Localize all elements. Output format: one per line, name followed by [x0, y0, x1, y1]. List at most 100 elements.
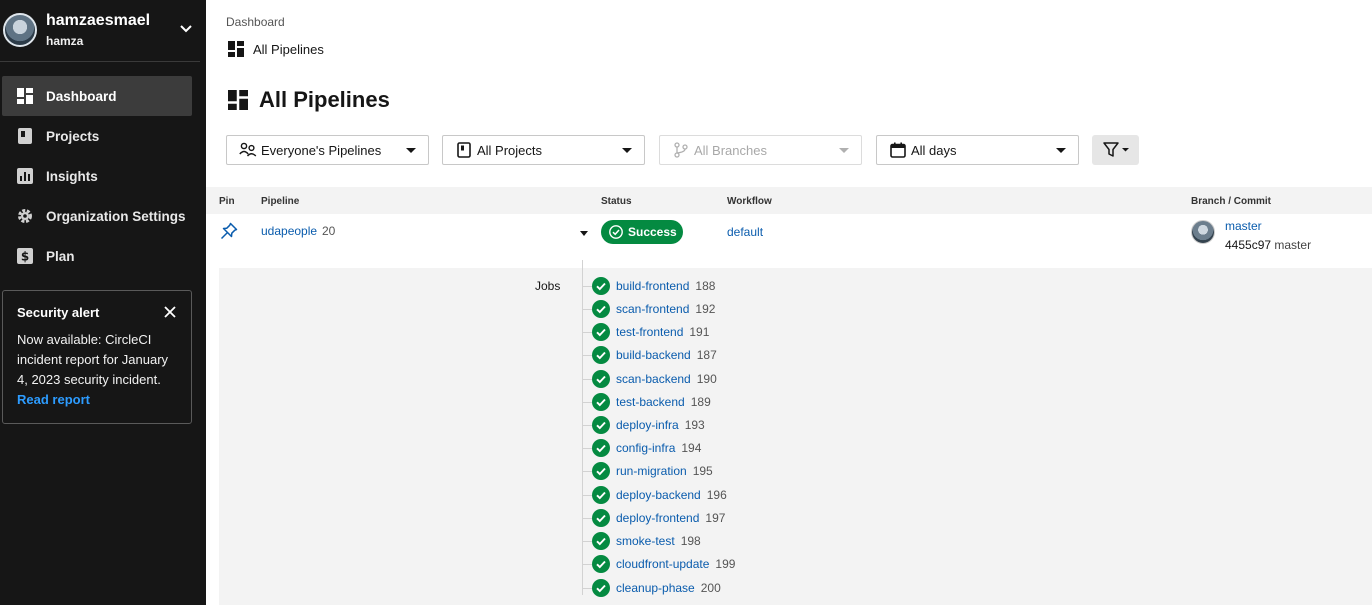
- alert-title: Security alert: [17, 305, 100, 320]
- jobs-tree-branch: [582, 425, 592, 426]
- job-item[interactable]: scan-frontend 192: [582, 299, 715, 319]
- job-item[interactable]: scan-backend 190: [582, 369, 717, 389]
- dollar-icon: $: [16, 247, 34, 265]
- sidebar-item-label: Plan: [46, 248, 75, 264]
- check-circle-icon: [592, 277, 610, 295]
- org-switcher[interactable]: hamzaesmael hamza: [0, 0, 200, 62]
- job-number: 189: [690, 395, 711, 409]
- job-name[interactable]: test-frontend: [616, 325, 683, 339]
- job-item[interactable]: test-frontend 191: [582, 322, 709, 342]
- filter-button[interactable]: [1092, 135, 1139, 165]
- job-name[interactable]: build-frontend: [616, 279, 689, 293]
- sidebar-item-label: Organization Settings: [46, 208, 186, 224]
- check-circle-icon: [592, 462, 610, 480]
- pipelines-filter-select[interactable]: Everyone's Pipelines: [226, 135, 429, 165]
- jobs-tree-branch: [582, 402, 592, 403]
- branch-link[interactable]: master: [1225, 219, 1262, 233]
- check-circle-icon: [592, 509, 610, 527]
- filter-icon: [1102, 142, 1129, 157]
- commit-branch: master: [1274, 238, 1312, 252]
- breadcrumb[interactable]: Dashboard: [226, 15, 285, 29]
- days-filter-select[interactable]: All days: [876, 135, 1079, 165]
- breadcrumb-current-label: All Pipelines: [253, 41, 324, 57]
- job-name[interactable]: scan-backend: [616, 372, 691, 386]
- sidebar-item-label: Insights: [46, 168, 98, 184]
- job-name[interactable]: deploy-backend: [616, 488, 701, 502]
- status-label: Success: [628, 225, 677, 239]
- pipeline-link[interactable]: udapeople: [261, 224, 317, 238]
- check-circle-icon: [592, 416, 610, 434]
- job-name[interactable]: smoke-test: [616, 534, 675, 548]
- job-name[interactable]: cleanup-phase: [616, 581, 695, 595]
- projects-filter-select[interactable]: All Projects: [442, 135, 645, 165]
- expand-caret-icon[interactable]: [580, 231, 588, 236]
- col-workflow: Workflow: [727, 196, 772, 207]
- jobs-tree-branch: [582, 471, 592, 472]
- sidebar: hamzaesmael hamza Dashboard Projects Ins…: [0, 0, 206, 605]
- dashboard-icon: [228, 90, 248, 110]
- jobs-tree-branch: [582, 355, 592, 356]
- job-number: 196: [706, 488, 727, 502]
- job-number: 195: [692, 464, 713, 478]
- job-item[interactable]: deploy-frontend 197: [582, 508, 725, 528]
- status-badge[interactable]: Success: [601, 220, 683, 244]
- job-item[interactable]: config-infra 194: [582, 438, 701, 458]
- check-circle-icon: [592, 300, 610, 318]
- org-user: hamza: [46, 34, 84, 48]
- calendar-icon: [889, 141, 907, 159]
- jobs-panel: Jobs build-frontend 188 scan-frontend 192 te…: [219, 260, 1372, 605]
- job-name[interactable]: deploy-frontend: [616, 511, 699, 525]
- caret-down-icon: [839, 148, 849, 153]
- jobs-tree-branch: [582, 564, 592, 565]
- jobs-tree-branch: [582, 309, 592, 310]
- jobs-tree-branch: [582, 379, 592, 380]
- chevron-down-icon[interactable]: [178, 20, 194, 36]
- pin-icon[interactable]: [220, 222, 238, 240]
- alert-body: Now available: CircleCI incident report …: [17, 332, 169, 387]
- job-item[interactable]: deploy-infra 193: [582, 415, 705, 435]
- job-item[interactable]: smoke-test 198: [582, 531, 701, 551]
- job-name[interactable]: run-migration: [616, 464, 687, 478]
- close-icon[interactable]: [163, 305, 177, 319]
- job-item[interactable]: run-migration 195: [582, 461, 713, 481]
- job-item[interactable]: build-frontend 188: [582, 276, 715, 296]
- job-item[interactable]: test-backend 189: [582, 392, 711, 412]
- job-name[interactable]: test-backend: [616, 395, 685, 409]
- job-item[interactable]: deploy-backend 196: [582, 485, 727, 505]
- sidebar-item-organization-settings[interactable]: Organization Settings: [2, 196, 192, 236]
- sidebar-item-projects[interactable]: Projects: [2, 116, 192, 156]
- job-name[interactable]: cloudfront-update: [616, 557, 709, 571]
- sidebar-item-label: Projects: [46, 128, 100, 144]
- job-item[interactable]: cloudfront-update 199: [582, 554, 736, 574]
- check-circle-icon: [592, 346, 610, 364]
- jobs-tree-branch: [582, 541, 592, 542]
- job-name[interactable]: deploy-infra: [616, 418, 679, 432]
- table-header: Pin Pipeline Status Workflow Branch / Co…: [206, 187, 1372, 214]
- check-circle-icon: [592, 439, 610, 457]
- branches-filter-value: All Branches: [694, 142, 767, 158]
- branches-filter-select[interactable]: All Branches: [659, 135, 862, 165]
- job-name[interactable]: config-infra: [616, 441, 675, 455]
- jobs-tree-branch: [582, 286, 592, 287]
- job-number: 199: [715, 557, 736, 571]
- job-item[interactable]: build-backend 187: [582, 345, 717, 365]
- check-circle-icon: [592, 393, 610, 411]
- sidebar-item-insights[interactable]: Insights: [2, 156, 192, 196]
- project-icon: [455, 141, 473, 159]
- gear-icon: [16, 207, 34, 225]
- page-title: All Pipelines: [228, 87, 390, 113]
- workflow-link[interactable]: default: [727, 225, 763, 239]
- check-circle-icon: [592, 323, 610, 341]
- commit-sha[interactable]: 4455c97: [1225, 238, 1271, 252]
- job-name[interactable]: build-backend: [616, 348, 691, 362]
- sidebar-item-dashboard[interactable]: Dashboard: [2, 76, 192, 116]
- sidebar-item-plan[interactable]: $ Plan: [2, 236, 192, 276]
- branch-icon: [672, 141, 690, 159]
- jobs-tree-branch: [582, 518, 592, 519]
- svg-text:$: $: [21, 250, 29, 264]
- security-alert: Security alert Now available: CircleCI i…: [2, 290, 192, 424]
- caret-down-icon: [622, 148, 632, 153]
- job-item[interactable]: cleanup-phase 200: [582, 578, 721, 598]
- read-report-link[interactable]: Read report: [17, 390, 177, 410]
- job-name[interactable]: scan-frontend: [616, 302, 689, 316]
